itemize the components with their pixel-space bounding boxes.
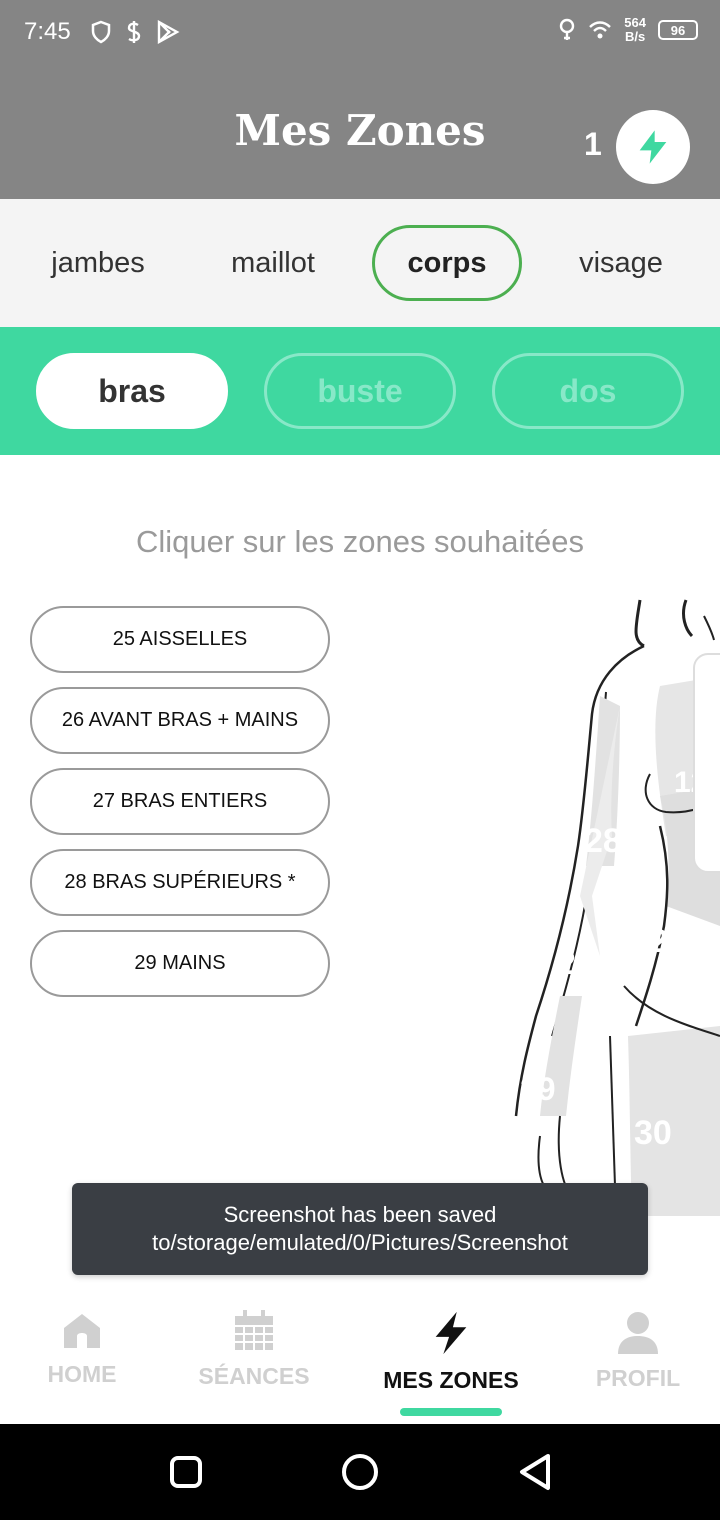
zone-list: 25 AISSELLES 26 AVANT BRAS + MAINS 27 BR… [30, 606, 330, 1011]
toast-message: Screenshot has been saved to/storage/emu… [72, 1183, 648, 1275]
back-icon[interactable] [516, 1452, 554, 1492]
active-tab-indicator [400, 1408, 502, 1416]
tab-corps[interactable]: corps [372, 225, 522, 301]
category-tabs: jambes maillot corps visage [0, 199, 720, 327]
nav-home[interactable]: HOME [0, 1310, 172, 1388]
nav-profil-label: PROFIL [595, 1365, 681, 1391]
nav-seances-label: SÉANCES [198, 1363, 310, 1389]
app-header: 7:45 564 B/s 96 Mes Zones 1 [0, 0, 720, 199]
zone-label-28[interactable]: 28 [584, 822, 622, 860]
zone-count: 1 [584, 126, 602, 162]
zone-label-30[interactable]: 30 [634, 1114, 672, 1152]
home-circle-icon[interactable] [340, 1452, 380, 1492]
zone-button[interactable]: 29 MAINS [30, 930, 330, 997]
bulb-icon [560, 18, 575, 40]
net-speed-unit: B/s [625, 29, 646, 44]
zone-button[interactable]: 27 BRAS ENTIERS [30, 768, 330, 835]
battery-icon: 96 [658, 20, 698, 40]
net-speed-value: 564 [624, 15, 646, 30]
zone-label-24[interactable]: 24 [650, 923, 686, 959]
zone-label-26[interactable]: 26 [558, 945, 594, 981]
status-time: 7:45 [24, 18, 71, 45]
person-icon [618, 1312, 658, 1354]
nav-home-label: HOME [47, 1361, 117, 1387]
shield-icon [91, 20, 111, 44]
calendar-icon [235, 1310, 273, 1350]
system-navigation-bar [0, 1424, 720, 1520]
zones-button[interactable] [616, 110, 690, 184]
lightning-icon [639, 130, 667, 164]
zone-button[interactable]: 28 BRAS SUPÉRIEURS * [30, 849, 330, 916]
tab-jambes[interactable]: jambes [23, 225, 173, 301]
lightning-icon [435, 1311, 467, 1355]
status-bar: 7:45 564 B/s 96 [0, 0, 720, 64]
subtab-buste[interactable]: buste [264, 353, 456, 429]
tab-maillot[interactable]: maillot [198, 225, 348, 301]
page-title: Mes Zones [234, 106, 486, 155]
zone-button[interactable]: 26 AVANT BRAS + MAINS [30, 687, 330, 754]
bottom-nav: HOME SÉANCES MES ZONES PROFIL [0, 1290, 720, 1424]
recents-icon[interactable] [168, 1454, 204, 1490]
subtab-bras[interactable]: bras [36, 353, 228, 429]
nav-mes-zones[interactable]: MES ZONES [361, 1310, 541, 1394]
zone-label-29[interactable]: 29 [520, 1071, 556, 1107]
home-icon [64, 1314, 100, 1348]
nav-profil[interactable]: PROFIL [548, 1310, 720, 1392]
wifi-icon [589, 21, 612, 39]
dollar-icon [127, 21, 141, 43]
instruction-text: Cliquer sur les zones souhaitées [135, 524, 585, 559]
nav-mes-zones-label: MES ZONES [383, 1367, 519, 1393]
sub-tabs: bras buste dos [0, 327, 720, 455]
tab-visage[interactable]: visage [546, 225, 696, 301]
nav-seances[interactable]: SÉANCES [164, 1310, 344, 1390]
battery-level: 96 [670, 22, 686, 38]
subtab-dos[interactable]: dos [492, 353, 684, 429]
play-store-icon [157, 20, 180, 44]
zone-button[interactable]: 25 AISSELLES [30, 606, 330, 673]
body-illustration: 12 28 24 26 29 30 [514, 599, 720, 1217]
